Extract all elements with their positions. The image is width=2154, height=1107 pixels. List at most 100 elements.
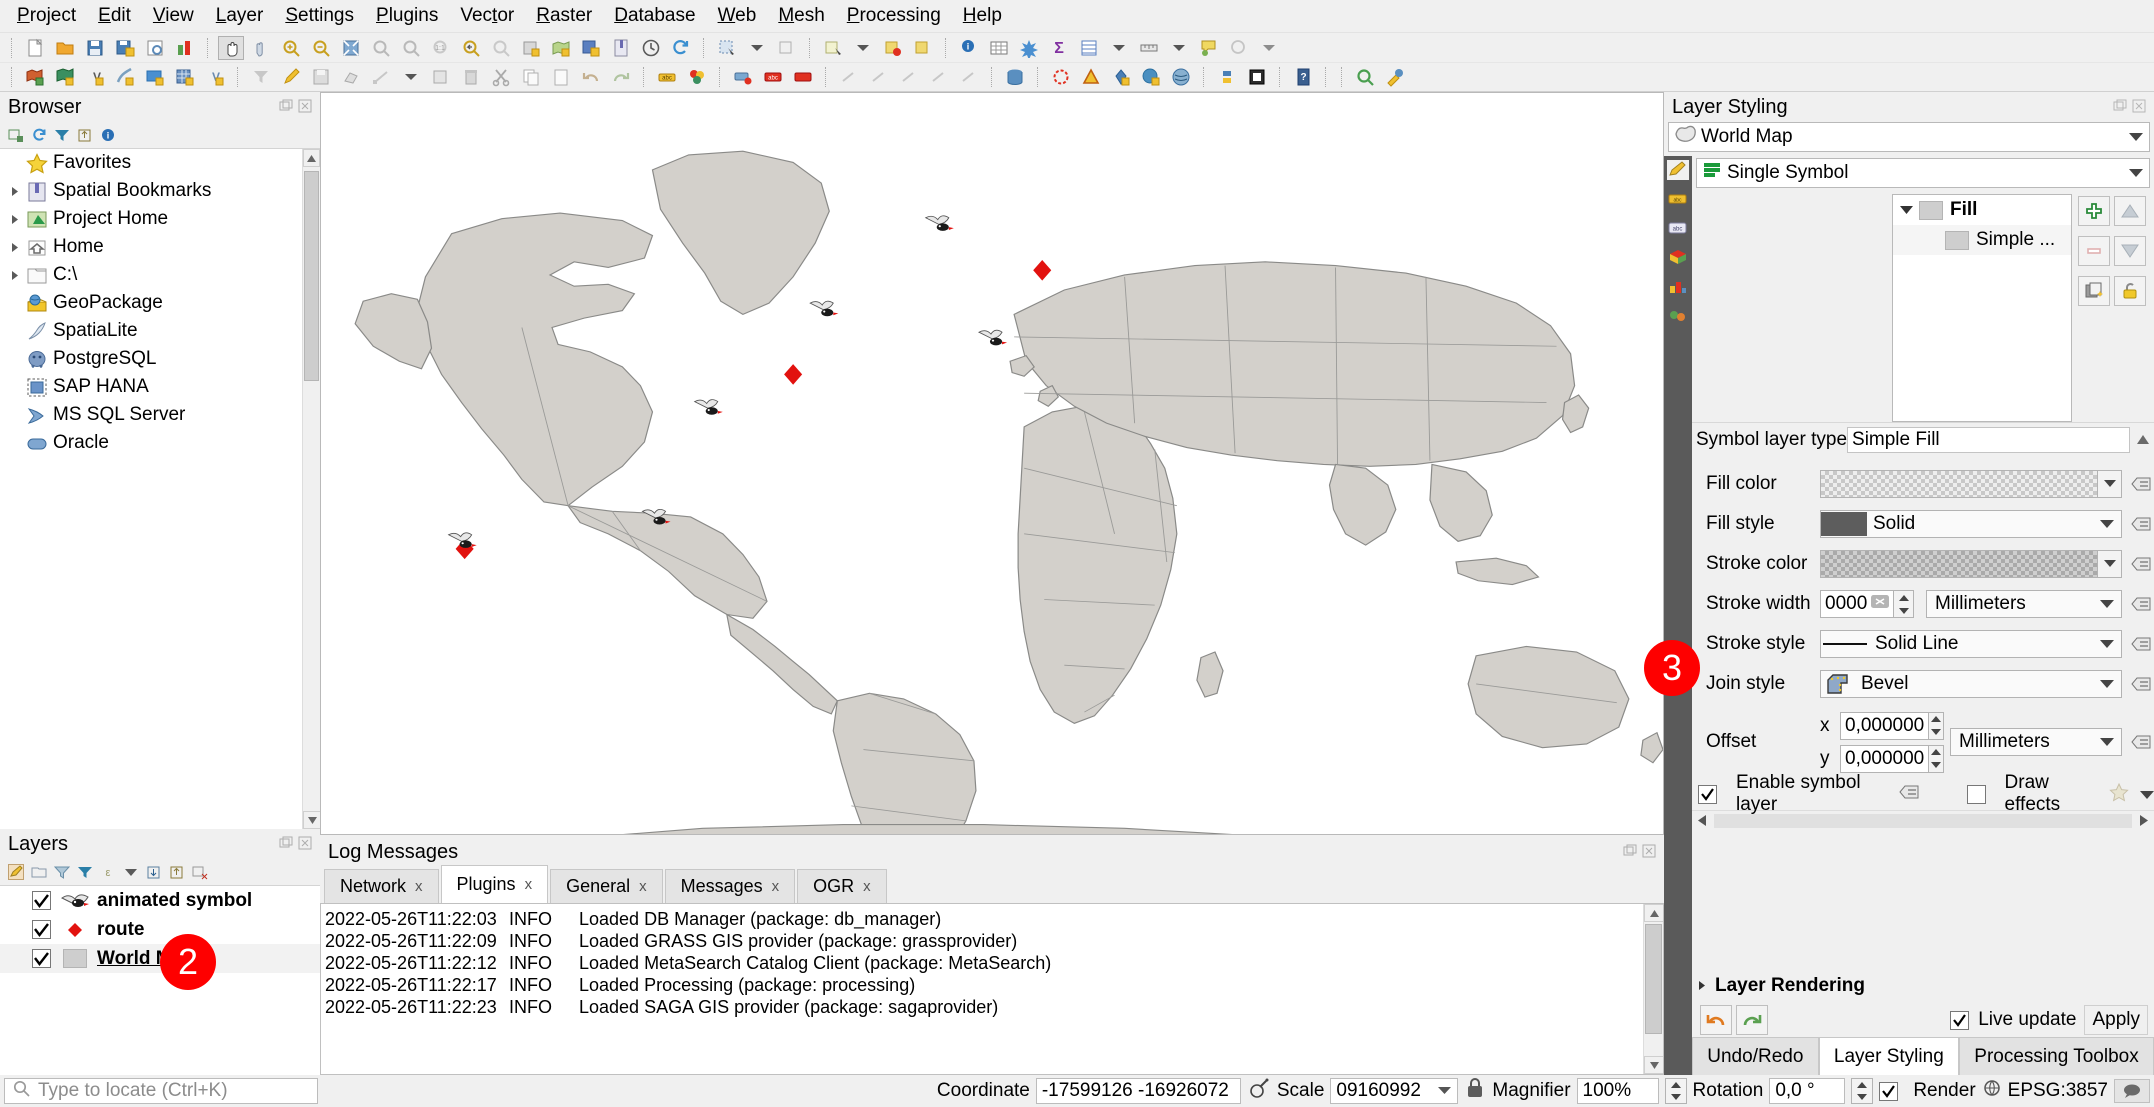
data-defined-override-icon[interactable] <box>2128 732 2154 752</box>
save-project-as-icon[interactable] <box>112 36 138 60</box>
log-entry[interactable]: 2022-05-26T11:22:09 INFO Loaded GRASS GIS … <box>321 930 1663 952</box>
right-dock-tab-processing-toolbox[interactable]: Processing Toolbox <box>1959 1037 2154 1075</box>
symbol-layer-type-value[interactable]: Simple Fill <box>1847 426 2130 453</box>
database-manager-icon[interactable] <box>1002 65 1028 89</box>
stepper-up-icon[interactable] <box>1929 746 1943 759</box>
log-tab-plugins[interactable]: Plugins x <box>440 865 549 903</box>
chevron-down-icon[interactable] <box>2097 551 2121 577</box>
add-feature-icon[interactable] <box>338 65 364 89</box>
close-icon[interactable]: x <box>639 878 647 895</box>
collapse-all-2-icon[interactable] <box>169 864 185 880</box>
expand-all-icon[interactable] <box>123 864 139 880</box>
locate-input[interactable]: Type to locate (Ctrl+K) <box>4 1078 318 1104</box>
layer-variables-tab-icon[interactable] <box>1667 305 1689 325</box>
zoom-to-selection-icon[interactable] <box>368 36 394 60</box>
menu-item-raster[interactable]: Raster <box>525 2 603 30</box>
browser-scrollbar[interactable] <box>302 149 320 829</box>
toggle-coordinate-capture-icon[interactable] <box>1247 1076 1271 1106</box>
temporal-controller-icon[interactable] <box>638 36 664 60</box>
menu-item-web[interactable]: Web <box>707 2 768 30</box>
zoom-search-icon[interactable] <box>1352 65 1378 89</box>
expand-arrow-icon[interactable] <box>6 242 24 253</box>
log-tab-messages[interactable]: Messages x <box>664 869 796 903</box>
duplicate-icon[interactable] <box>2078 276 2110 306</box>
crs-value[interactable]: EPSG:3857 <box>2008 1080 2108 1102</box>
styling-tab-strip[interactable]: abc abc <box>1664 156 1692 1075</box>
data-source-manager-icon[interactable] <box>22 65 48 89</box>
stepper-down-icon[interactable] <box>1666 1091 1686 1103</box>
stepper-down-icon[interactable] <box>1929 759 1943 772</box>
zoom-out-icon[interactable] <box>308 36 334 60</box>
undo-icon[interactable] <box>1700 1005 1732 1035</box>
expand-arrow-icon[interactable] <box>6 270 24 281</box>
log-entry[interactable]: 2022-05-26T11:22:03 INFO Loaded DB Manager… <box>321 908 1663 930</box>
select-value-icon[interactable] <box>820 36 846 60</box>
magnifier-value[interactable]: 100% <box>1576 1078 1659 1104</box>
expand-arrow-icon[interactable] <box>1893 205 1919 215</box>
apply-button[interactable]: Apply <box>2084 1005 2148 1035</box>
scroll-down-icon[interactable] <box>303 811 320 829</box>
clear-icon[interactable] <box>1871 593 1890 615</box>
properties-hscrollbar[interactable] <box>1692 810 2154 830</box>
data-defined-override-icon[interactable] <box>2128 514 2154 534</box>
fill-style-select[interactable]: Solid <box>1820 510 2122 538</box>
browser-item-geopackage[interactable]: GeoPackage <box>0 289 320 317</box>
right-dock-tab-layer-styling[interactable]: Layer Styling <box>1818 1037 1960 1075</box>
scrollbar-thumb[interactable] <box>304 171 319 381</box>
select-value-dropdown-icon[interactable] <box>850 36 876 60</box>
data-defined-override-icon[interactable] <box>2128 594 2154 614</box>
symbol-tree-row-simple-fill[interactable]: Simple ... <box>1893 225 2071 255</box>
annotation-dropdown-icon[interactable] <box>1256 36 1282 60</box>
redo-icon[interactable] <box>1736 1005 1768 1035</box>
zoom-to-layer-icon[interactable] <box>398 36 424 60</box>
stroke-width-value-wrap[interactable]: 0000 <box>1820 590 1894 618</box>
add-group-icon[interactable] <box>31 864 47 880</box>
stepper-up-icon[interactable] <box>1666 1079 1686 1091</box>
chevron-down-icon[interactable] <box>2125 168 2147 178</box>
annotation-icon[interactable] <box>1226 36 1252 60</box>
close-icon[interactable] <box>2132 99 2146 116</box>
scroll-down-icon[interactable] <box>1644 1056 1663 1074</box>
offset-y-stepper[interactable] <box>1928 744 1944 773</box>
zoom-native-resolution-icon[interactable]: 1:1 <box>428 36 454 60</box>
chevron-down-icon[interactable] <box>2093 519 2121 529</box>
magnifier-arrows[interactable] <box>1664 1078 1687 1104</box>
remove-symbol-layer-icon[interactable] <box>2078 236 2110 266</box>
chevron-down-icon[interactable] <box>2093 599 2121 609</box>
style-manager-icon[interactable] <box>172 36 198 60</box>
open-project-icon[interactable] <box>52 36 78 60</box>
3d-view-tab-icon[interactable] <box>1667 247 1689 267</box>
chevron-down-icon[interactable] <box>2097 471 2121 497</box>
layer-combo[interactable]: World Map <box>1668 122 2150 152</box>
fill-color-button[interactable] <box>1820 470 2122 498</box>
log-tab-network[interactable]: Network x <box>324 869 439 903</box>
openstreetmap-icon[interactable] <box>1168 65 1194 89</box>
python-console-icon[interactable] <box>1214 65 1240 89</box>
pan-to-selection-icon[interactable] <box>248 36 274 60</box>
layer-item-animated-symbol[interactable]: animated symbol <box>0 886 320 915</box>
zoom-next-icon[interactable] <box>488 36 514 60</box>
scroll-right-icon[interactable] <box>2134 815 2154 826</box>
data-defined-override-icon[interactable] <box>2128 474 2154 494</box>
filter-legend-icon[interactable] <box>77 864 93 880</box>
log-entry[interactable]: 2022-05-26T11:22:23 INFO Loaded SAGA GIS p… <box>321 996 1663 1018</box>
map-tips-icon[interactable] <box>1196 36 1222 60</box>
show-hide-labels-icon[interactable]: abc <box>760 65 786 89</box>
select-features-icon[interactable] <box>714 36 740 60</box>
close-icon[interactable]: x <box>525 876 533 893</box>
filter-legend-icon[interactable] <box>248 65 274 89</box>
masks-tab-icon[interactable]: abc <box>1667 218 1689 238</box>
move-down-icon[interactable] <box>2114 236 2146 266</box>
select-dropdown-icon[interactable] <box>744 36 770 60</box>
menu-item-database[interactable]: Database <box>603 2 706 30</box>
lock-scale-icon[interactable] <box>1464 1076 1486 1106</box>
messages-button[interactable] <box>2114 1079 2150 1103</box>
pin-labels-icon[interactable] <box>730 65 756 89</box>
float-icon[interactable] <box>279 99 293 116</box>
right-dock-tabs[interactable]: Undo/Redo Layer Styling Processing Toolbox <box>1692 1037 2154 1075</box>
symbology-tab-icon[interactable] <box>1667 160 1689 180</box>
renderer-combo[interactable]: Single Symbol <box>1696 158 2150 188</box>
close-icon[interactable]: x <box>772 878 780 895</box>
close-icon[interactable]: x <box>415 878 423 895</box>
deselect-all-icon[interactable] <box>880 36 906 60</box>
